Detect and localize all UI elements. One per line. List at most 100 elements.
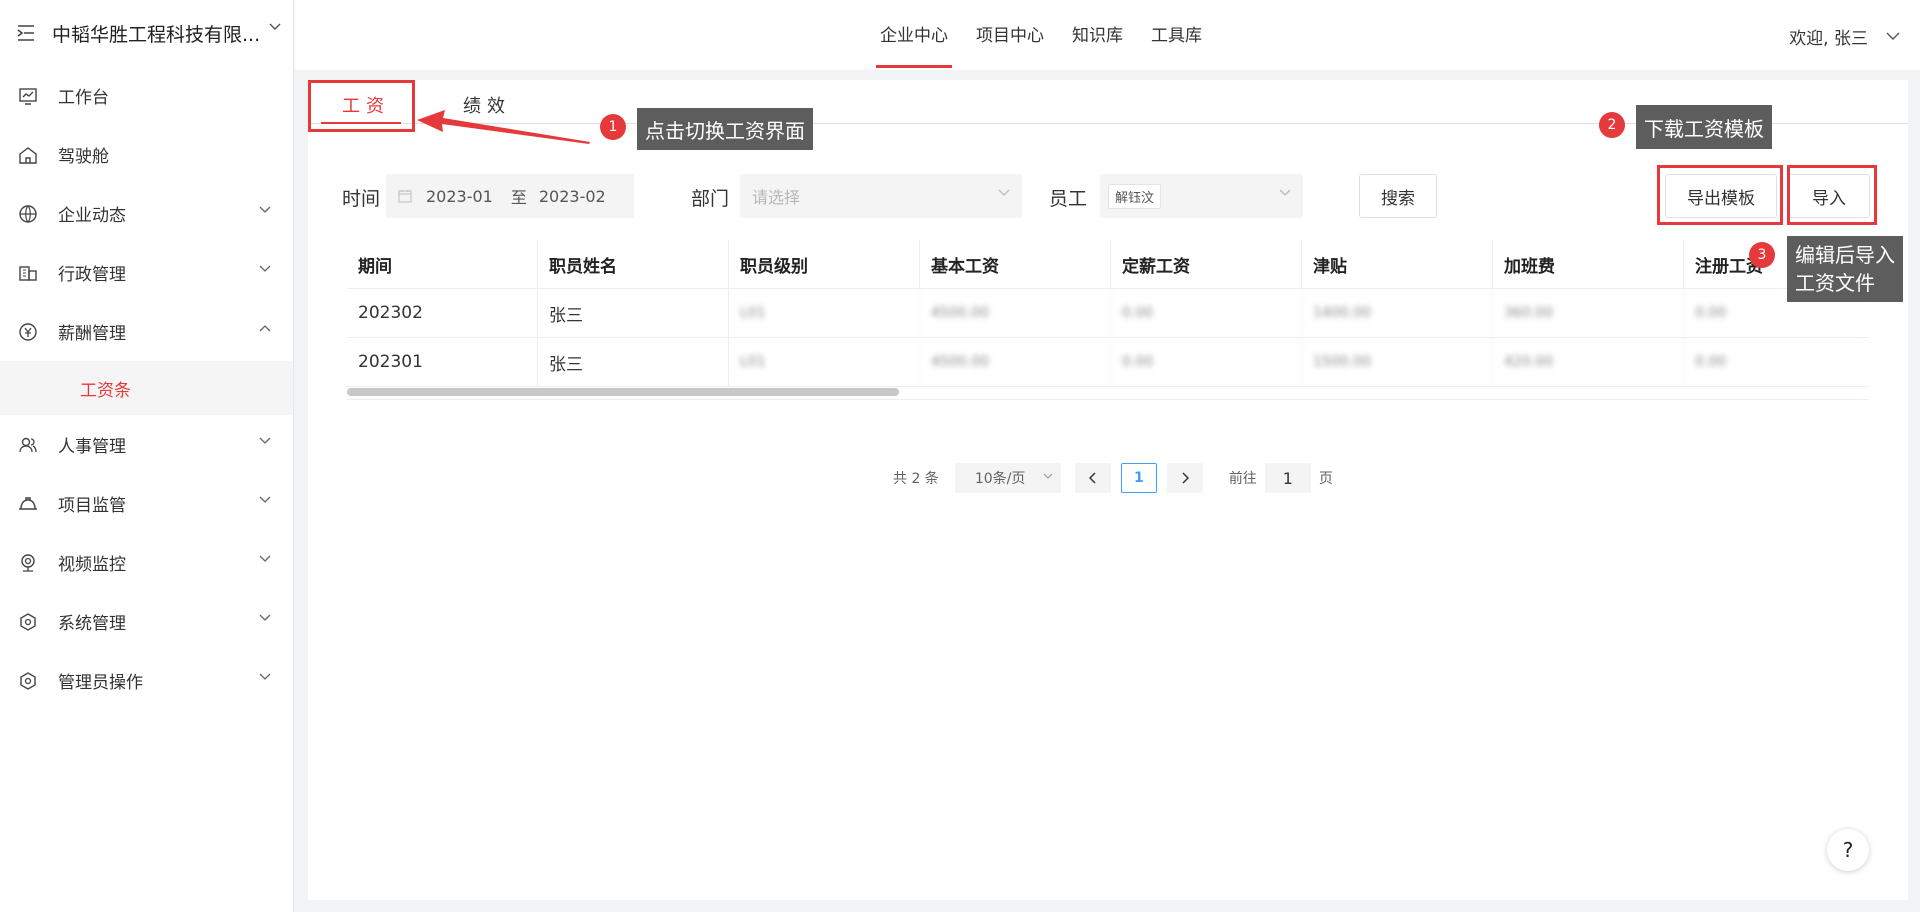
sidebar-item-admin[interactable]: 行政管理: [0, 243, 293, 302]
chevron-right-icon: [1182, 472, 1189, 484]
sidebar-item-label: 管理员操作: [58, 673, 143, 693]
camera-icon: [18, 553, 38, 573]
top-bar: 企业中心 项目中心 知识库 工具库 欢迎, 张三: [295, 0, 1920, 70]
sidebar-item-video-monitor[interactable]: 视频监控: [0, 533, 293, 592]
arrow-annotation: [417, 110, 590, 144]
employee-tag[interactable]: 解钰汶: [1108, 183, 1162, 209]
current-page[interactable]: 1: [1120, 463, 1157, 493]
goto-prefix: 前往: [1228, 471, 1257, 487]
department-placeholder: 请选择: [752, 188, 801, 207]
topnav-toolbox[interactable]: 工具库: [1151, 0, 1202, 70]
page-size-select[interactable]: 10条/页: [954, 463, 1061, 493]
money-icon: [18, 322, 38, 342]
home-icon: [18, 145, 38, 165]
helmet-icon: [18, 494, 38, 514]
pagination: 共 2 条 10条/页 1 前往 1 页: [893, 463, 1333, 493]
cell-period: 202301: [347, 338, 538, 386]
total-count: 共 2 条: [893, 471, 939, 487]
table-header-row: 期间 职员姓名 职员级别 基本工资 定薪工资 津贴 加班费 注册工资: [347, 240, 1869, 289]
callout-line: 编辑后导入: [1795, 243, 1895, 267]
employee-select[interactable]: 解钰汶: [1100, 174, 1303, 218]
step-number-badge: 2: [1599, 112, 1625, 138]
date-start: 2023-01: [426, 186, 493, 206]
search-button[interactable]: 搜索: [1359, 174, 1437, 218]
prev-page-button[interactable]: [1074, 463, 1111, 493]
cell-overtime: 360.00: [1493, 289, 1684, 337]
column-header: 职员级别: [729, 240, 920, 288]
sidebar-item-admin-ops[interactable]: 管理员操作: [0, 651, 293, 710]
sidebar-item-label: 企业动态: [58, 206, 126, 226]
column-header: 职员姓名: [538, 240, 729, 288]
chevron-down-icon: [259, 437, 271, 444]
topnav-knowledge-base[interactable]: 知识库: [1072, 0, 1123, 70]
chevron-down-icon: [259, 555, 271, 562]
cell-basic-salary: 4500.00: [920, 338, 1111, 386]
goto-suffix: 页: [1318, 471, 1333, 487]
date-end: 2023-02: [538, 186, 606, 206]
table-row[interactable]: 202301 张三 L01 4500.00 0.00 1500.00 420.0…: [347, 338, 1869, 387]
highlight-export-button: [1657, 165, 1783, 225]
sidebar-item-project-supervision[interactable]: 项目监管: [0, 474, 293, 533]
chevron-down-icon: [259, 206, 271, 213]
people-icon: [18, 435, 38, 455]
date-range-picker[interactable]: 2023-01 至 2023-02: [386, 174, 634, 218]
column-header: 加班费: [1493, 240, 1684, 288]
help-button[interactable]: ?: [1827, 829, 1869, 871]
page-size-value: 10条/页: [974, 471, 1026, 487]
top-nav: 企业中心 项目中心 知识库 工具库: [876, 0, 1230, 70]
sidebar-item-label: 薪酬管理: [58, 324, 126, 344]
cell-registered-salary: 0.00: [1684, 338, 1869, 386]
cell-name: 张三: [538, 289, 729, 337]
column-header: 定薪工资: [1111, 240, 1302, 288]
chevron-down-icon: [259, 496, 271, 503]
chevron-down-icon: [269, 23, 281, 30]
topnav-enterprise-center[interactable]: 企业中心: [876, 0, 952, 70]
cell-level: L01: [729, 338, 920, 386]
sidebar-subitem-payslip[interactable]: 工资条: [0, 361, 293, 415]
chevron-down-icon: [1279, 189, 1291, 196]
callout-switch-salary: 点击切换工资界面: [637, 108, 813, 150]
settings-icon: [18, 612, 38, 632]
chevron-up-icon: [259, 325, 271, 332]
next-page-button[interactable]: [1166, 463, 1203, 493]
department-select[interactable]: 请选择: [740, 174, 1022, 218]
cell-allowance: 1400.00: [1302, 289, 1493, 337]
column-header: 津贴: [1302, 240, 1493, 288]
sidebar: 中韬华胜工程科技有限... 工作台 驾驶舱 企业动态 行政管理 薪酬管理 工资条…: [0, 0, 294, 912]
sidebar-item-label: 人事管理: [58, 437, 126, 457]
company-name: 中韬华胜工程科技有限...: [52, 23, 261, 46]
sidebar-item-label: 行政管理: [58, 265, 126, 285]
date-separator: 至: [510, 188, 527, 207]
table-horizontal-scrollbar[interactable]: [347, 388, 899, 396]
cell-period: 202302: [347, 289, 538, 337]
cell-name: 张三: [538, 338, 729, 386]
time-label: 时间: [342, 188, 381, 210]
globe-icon: [18, 204, 38, 224]
cell-allowance: 1500.00: [1302, 338, 1493, 386]
chevron-down-icon: [1886, 32, 1900, 40]
cell-fixed-salary: 0.00: [1111, 338, 1302, 386]
cell-level: L01: [729, 289, 920, 337]
sidebar-header[interactable]: 中韬华胜工程科技有限...: [0, 0, 293, 66]
sidebar-item-cockpit[interactable]: 驾驶舱: [0, 125, 293, 184]
sidebar-item-label: 视频监控: [58, 555, 126, 575]
sidebar-item-enterprise-news[interactable]: 企业动态: [0, 184, 293, 243]
highlight-salary-tab: [308, 80, 415, 132]
welcome-text: 欢迎, 张三: [1789, 29, 1868, 49]
table-row[interactable]: 202302 张三 L01 4500.00 0.00 1400.00 360.0…: [347, 289, 1869, 338]
sidebar-item-system[interactable]: 系统管理: [0, 592, 293, 651]
sidebar-item-label: 工作台: [58, 88, 109, 108]
department-label: 部门: [691, 188, 730, 210]
sidebar-item-hr[interactable]: 人事管理: [0, 415, 293, 474]
building-icon: [18, 263, 38, 283]
sidebar-item-salary[interactable]: 薪酬管理: [0, 302, 293, 361]
callout-import-salary: 编辑后导入 工资文件: [1787, 236, 1903, 302]
user-menu[interactable]: 欢迎, 张三: [1789, 24, 1900, 49]
sidebar-item-workbench[interactable]: 工作台: [0, 66, 293, 125]
topnav-project-center[interactable]: 项目中心: [976, 0, 1044, 70]
cell-overtime: 420.00: [1493, 338, 1684, 386]
step-number-badge: 1: [600, 114, 626, 140]
goto-page-input[interactable]: 1: [1264, 463, 1311, 493]
menu-fold-icon[interactable]: [16, 22, 38, 44]
chevron-down-icon: [998, 189, 1010, 196]
